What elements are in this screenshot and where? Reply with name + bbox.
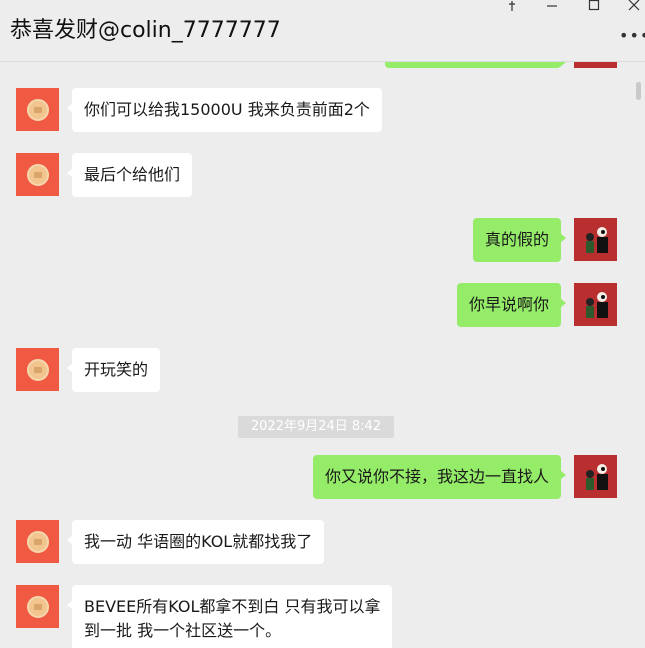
message-line: 到一批 我一个社区送一个。 bbox=[84, 621, 282, 640]
avatar-logo-icon bbox=[26, 595, 49, 618]
my-avatar[interactable] bbox=[574, 455, 617, 498]
title-bar: 恭喜发财@colin_7777777 ••• bbox=[0, 0, 645, 62]
chat-title: 恭喜发财@colin_7777777 bbox=[10, 18, 281, 43]
more-icon[interactable]: ••• bbox=[619, 26, 645, 45]
message-bubble[interactable]: 你们可以给我15000U 我来负责前面2个 bbox=[67, 88, 382, 132]
contact-avatar[interactable] bbox=[16, 88, 59, 131]
message-list[interactable]: 你们可以给我15000U 我来负责前面2个 最后个给他们 真的假的 你早说啊你 bbox=[0, 62, 645, 648]
minimize-icon[interactable] bbox=[542, 0, 562, 12]
contact-avatar[interactable] bbox=[16, 520, 59, 563]
my-avatar[interactable] bbox=[574, 218, 617, 261]
contact-avatar[interactable] bbox=[16, 153, 59, 196]
couple-avatar-icon bbox=[574, 218, 617, 261]
avatar-logo-icon bbox=[26, 98, 49, 121]
contact-avatar[interactable] bbox=[16, 348, 59, 391]
timestamp: 2022年9月24日 8:42 bbox=[238, 416, 394, 438]
couple-avatar-icon bbox=[574, 455, 617, 498]
message-bubble[interactable]: 真的假的 bbox=[472, 218, 567, 262]
message-bubble[interactable]: 最后个给他们 bbox=[66, 153, 193, 197]
message-bubble-partial[interactable] bbox=[385, 62, 566, 68]
scrollbar[interactable] bbox=[636, 82, 641, 100]
message-line: BEVEE所有KOL都拿不到白 只有我可以拿 bbox=[84, 597, 381, 616]
couple-avatar-icon bbox=[574, 283, 617, 326]
avatar-logo-icon bbox=[26, 358, 49, 381]
message-bubble[interactable]: 开玩笑的 bbox=[66, 348, 161, 392]
message-bubble[interactable]: 我一动 华语圈的KOL就都找我了 bbox=[66, 520, 325, 564]
pin-icon[interactable] bbox=[502, 0, 522, 12]
close-icon[interactable] bbox=[624, 0, 644, 12]
message-bubble[interactable]: 你早说啊你 bbox=[456, 283, 567, 327]
my-avatar[interactable] bbox=[574, 62, 617, 68]
avatar-logo-icon bbox=[26, 163, 49, 186]
maximize-icon[interactable] bbox=[584, 0, 604, 12]
my-avatar[interactable] bbox=[574, 283, 617, 326]
avatar-logo-icon bbox=[26, 530, 49, 553]
contact-avatar[interactable] bbox=[16, 585, 59, 628]
message-bubble[interactable]: 你又说你不接，我这边一直找人 bbox=[312, 455, 567, 499]
message-bubble[interactable]: BEVEE所有KOL都拿不到白 只有我可以拿 到一批 我一个社区送一个。 bbox=[66, 585, 393, 648]
